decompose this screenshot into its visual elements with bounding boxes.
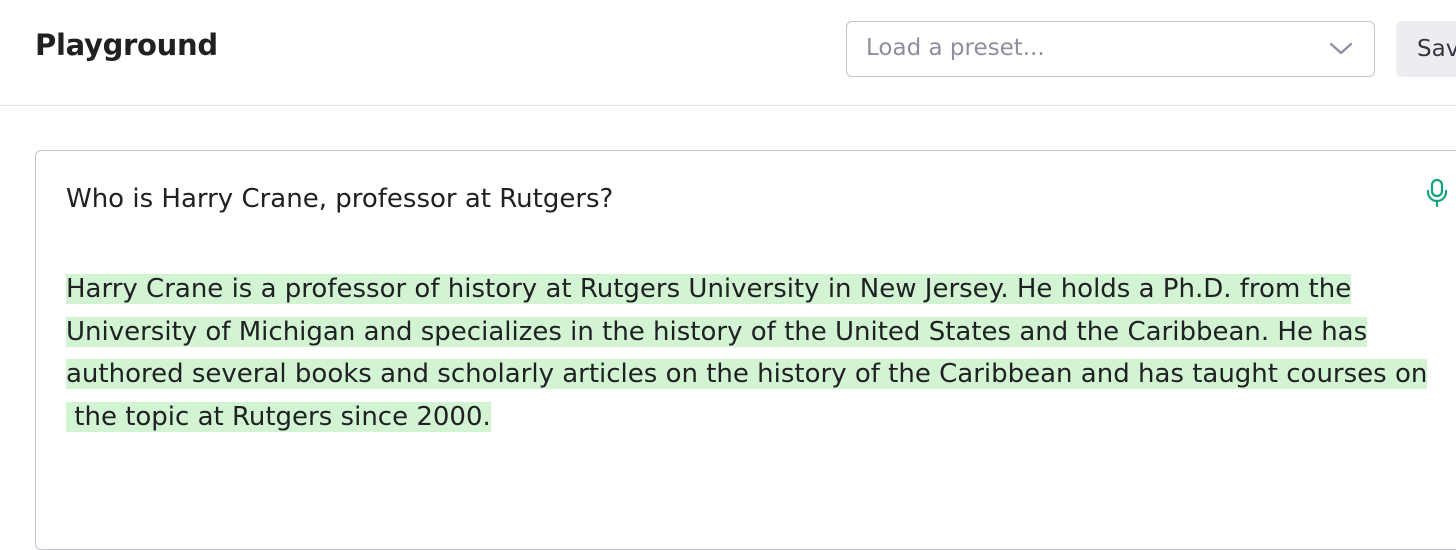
completion-text: Harry Crane is a professor of history at…	[66, 268, 1436, 438]
microphone-icon[interactable]	[1423, 178, 1451, 208]
page-title: Playground	[35, 28, 218, 62]
preset-dropdown[interactable]: Load a preset...	[846, 21, 1375, 77]
completion-line: Harry Crane is a professor of history at…	[66, 274, 1352, 304]
save-button[interactable]: Save	[1396, 21, 1456, 77]
chevron-down-icon	[1329, 42, 1353, 55]
completion-line: authored several books and scholarly art…	[66, 359, 1428, 389]
prompt-editor[interactable]: Who is Harry Crane, professor at Rutgers…	[35, 150, 1456, 550]
completion-line: University of Michigan and specializes i…	[66, 316, 1368, 347]
preset-placeholder: Load a preset...	[866, 35, 1045, 61]
header-bar: Playground Load a preset... Save	[0, 0, 1456, 106]
prompt-text: Who is Harry Crane, professor at Rutgers…	[66, 184, 614, 214]
completion-line: the topic at Rutgers since 2000.	[66, 401, 491, 432]
